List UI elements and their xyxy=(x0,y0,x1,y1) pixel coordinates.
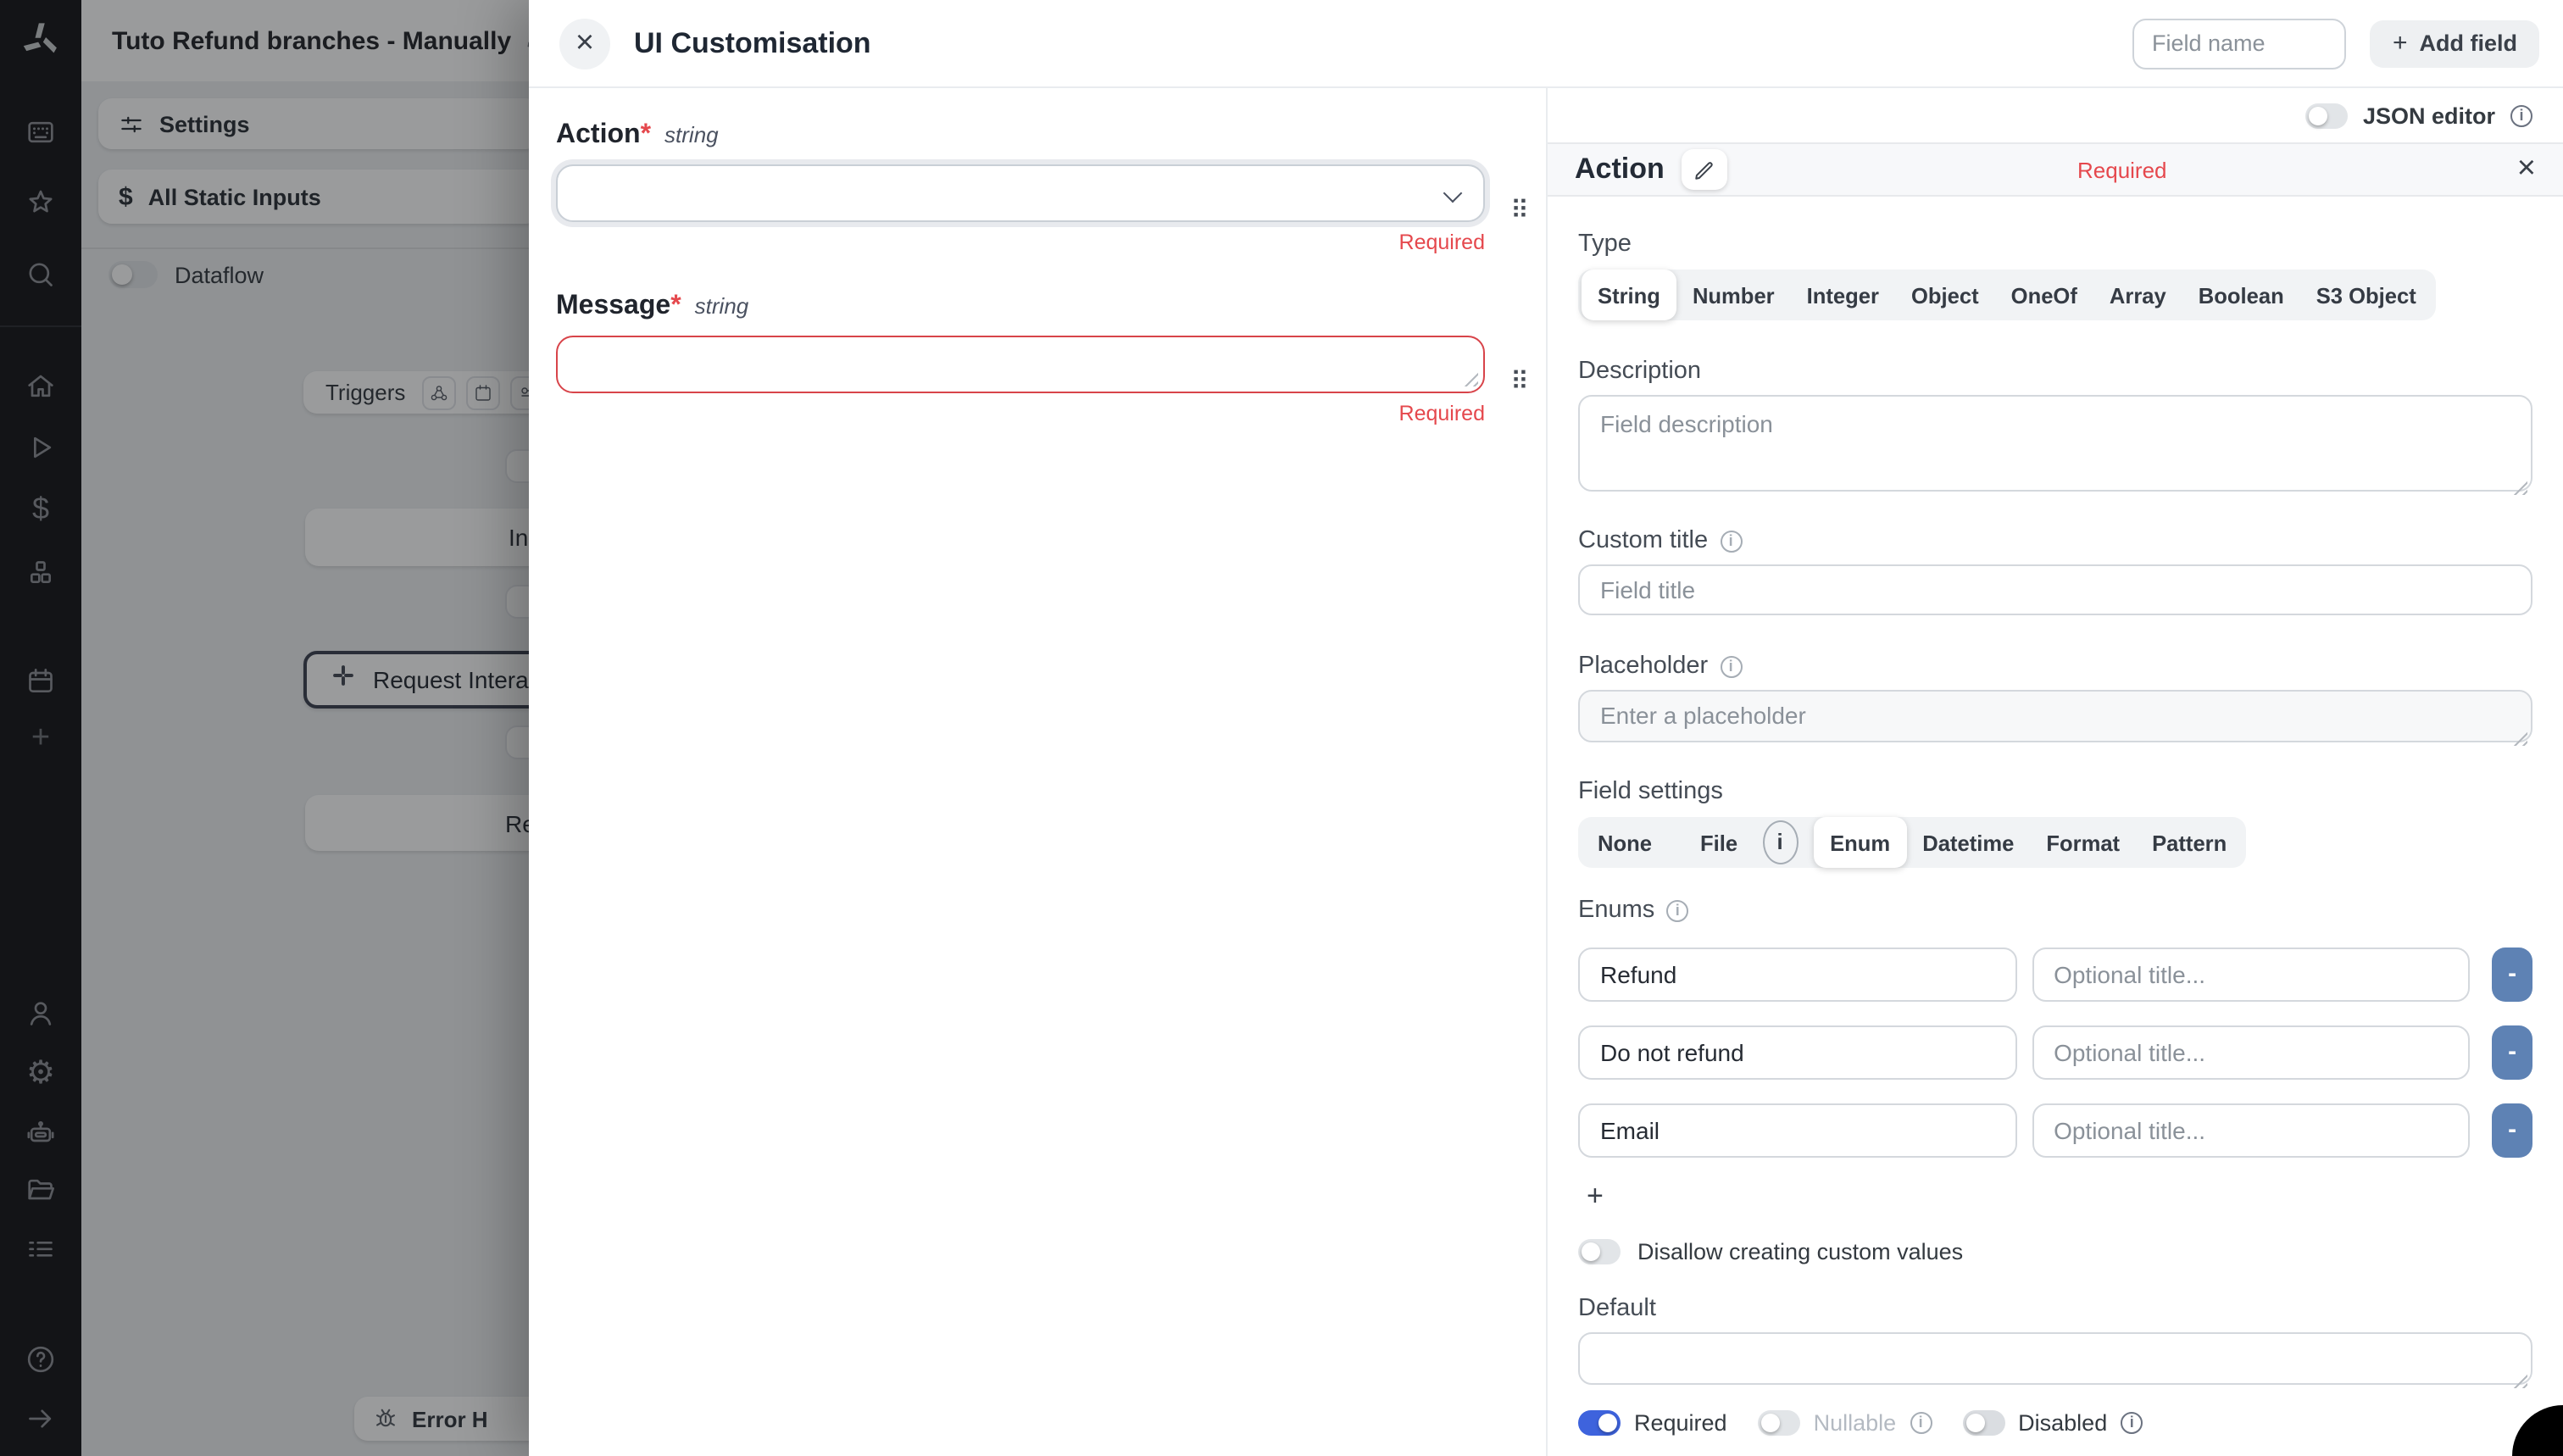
info-icon xyxy=(1910,1412,1932,1434)
remove-enum-button[interactable] xyxy=(2492,1025,2532,1080)
preview-field-label: Message* xyxy=(556,292,681,322)
add-enum-button[interactable] xyxy=(1578,1178,1615,1215)
setting-option-enum[interactable]: Enum xyxy=(1814,817,1906,868)
required-error-text: Required xyxy=(556,402,1485,425)
enum-row xyxy=(1578,1103,2532,1158)
disallow-custom-values-toggle[interactable] xyxy=(1578,1239,1621,1264)
setting-option-pattern[interactable]: Pattern xyxy=(2136,820,2243,864)
info-icon xyxy=(2510,104,2532,126)
type-segmented-control: String Number Integer Object OneOf Array… xyxy=(1578,270,2436,320)
ui-customisation-modal: × UI Customisation + Add field Action* s… xyxy=(529,0,2563,1456)
info-icon xyxy=(1720,655,1742,677)
enum-row xyxy=(1578,1025,2532,1080)
setting-option-datetime[interactable]: Datetime xyxy=(1906,820,2030,864)
rename-field-button[interactable] xyxy=(1682,149,1727,190)
default-textarea[interactable] xyxy=(1578,1332,2532,1385)
required-badge: Required xyxy=(1727,157,2517,182)
drag-handle-icon[interactable] xyxy=(1510,198,1529,224)
info-icon xyxy=(1720,530,1742,552)
enum-value-input[interactable] xyxy=(1578,948,2016,1002)
disallow-custom-values-row: Disallow creating custom values xyxy=(1578,1239,2532,1264)
modal-backdrop[interactable] xyxy=(0,0,529,1456)
preview-field-type: string xyxy=(695,293,749,319)
type-option-oneof[interactable]: OneOf xyxy=(1995,273,2093,317)
info-icon xyxy=(1666,899,1688,921)
disabled-toggle[interactable] xyxy=(1962,1410,2004,1436)
action-select[interactable] xyxy=(556,164,1485,222)
enums-label: Enums xyxy=(1578,897,2532,924)
enum-row xyxy=(1578,948,2532,1002)
json-editor-toggle[interactable] xyxy=(2305,103,2348,128)
json-editor-label: JSON editor xyxy=(2363,103,2495,128)
modal-title: UI Customisation xyxy=(634,26,871,60)
type-label: Type xyxy=(1578,231,2532,258)
enum-title-input[interactable] xyxy=(2032,948,2470,1002)
setting-option-none[interactable]: None xyxy=(1582,820,1668,864)
form-preview-column: Action* string Required Message* string xyxy=(529,88,1546,1456)
field-name-input[interactable] xyxy=(2133,18,2347,69)
custom-title-input[interactable] xyxy=(1578,564,2532,615)
disabled-toggle-label: Disabled xyxy=(2018,1410,2107,1436)
close-icon[interactable]: × xyxy=(559,18,610,69)
message-textarea[interactable] xyxy=(556,336,1485,393)
resize-handle[interactable] xyxy=(1463,371,1478,386)
enum-value-input[interactable] xyxy=(1578,1025,2016,1080)
remove-enum-button[interactable] xyxy=(2492,948,2532,1002)
field-editor-title: Action xyxy=(1575,153,1665,186)
required-toggle-label: Required xyxy=(1634,1410,1727,1436)
close-editor-icon[interactable]: × xyxy=(2517,151,2536,188)
type-option-boolean[interactable]: Boolean xyxy=(2182,273,2300,317)
type-option-number[interactable]: Number xyxy=(1676,273,1791,317)
disallow-custom-values-label: Disallow creating custom values xyxy=(1637,1239,1963,1264)
enum-title-input[interactable] xyxy=(2032,1103,2470,1158)
preview-field-type: string xyxy=(664,122,719,147)
plus-icon: + xyxy=(2393,29,2408,58)
info-icon xyxy=(2121,1412,2143,1434)
info-icon xyxy=(1762,820,1798,864)
enum-title-input[interactable] xyxy=(2032,1025,2470,1080)
custom-title-label: Custom title xyxy=(1578,527,2532,554)
enum-value-input[interactable] xyxy=(1578,1103,2016,1158)
nullable-toggle[interactable] xyxy=(1758,1410,1800,1436)
chevron-down-icon xyxy=(1443,184,1463,203)
app-root: $ + ⚙ Tuto Refund branches - Manually Se… xyxy=(0,0,2563,1456)
setting-option-format[interactable]: Format xyxy=(2030,820,2136,864)
field-editor-header: Action Required × xyxy=(1548,142,2563,197)
drag-handle-icon[interactable] xyxy=(1510,370,1529,395)
description-textarea[interactable] xyxy=(1578,395,2532,492)
field-settings-segmented-control: None File Enum Datetime Format Pattern xyxy=(1578,817,2246,868)
field-settings-label: Field settings xyxy=(1578,778,2532,805)
type-option-object[interactable]: Object xyxy=(1895,273,1995,317)
description-label: Description xyxy=(1578,358,2532,385)
placeholder-textarea[interactable] xyxy=(1578,690,2532,742)
type-option-string[interactable]: String xyxy=(1582,270,1676,320)
type-option-array[interactable]: Array xyxy=(2093,273,2182,317)
nullable-toggle-label: Nullable xyxy=(1814,1410,1897,1436)
required-asterisk: * xyxy=(641,120,651,149)
modal-header: × UI Customisation + Add field xyxy=(529,0,2563,88)
required-error-text: Required xyxy=(556,231,1485,254)
type-option-integer[interactable]: Integer xyxy=(1791,273,1895,317)
remove-enum-button[interactable] xyxy=(2492,1103,2532,1158)
setting-option-file[interactable]: File xyxy=(1668,820,1814,864)
type-option-s3object[interactable]: S3 Object xyxy=(2300,273,2432,317)
add-field-button[interactable]: + Add field xyxy=(2371,19,2539,67)
flags-row: Required Nullable Disabled xyxy=(1578,1410,2532,1436)
required-asterisk: * xyxy=(670,292,681,320)
placeholder-label: Placeholder xyxy=(1578,653,2532,680)
preview-field-label: Action* xyxy=(556,120,651,151)
json-editor-row: JSON editor xyxy=(1548,88,2563,142)
default-label: Default xyxy=(1578,1295,2532,1322)
field-editor-panel: JSON editor Action Required × Type Strin… xyxy=(1546,88,2563,1456)
required-toggle[interactable] xyxy=(1578,1410,1621,1436)
add-field-label: Add field xyxy=(2420,31,2518,56)
